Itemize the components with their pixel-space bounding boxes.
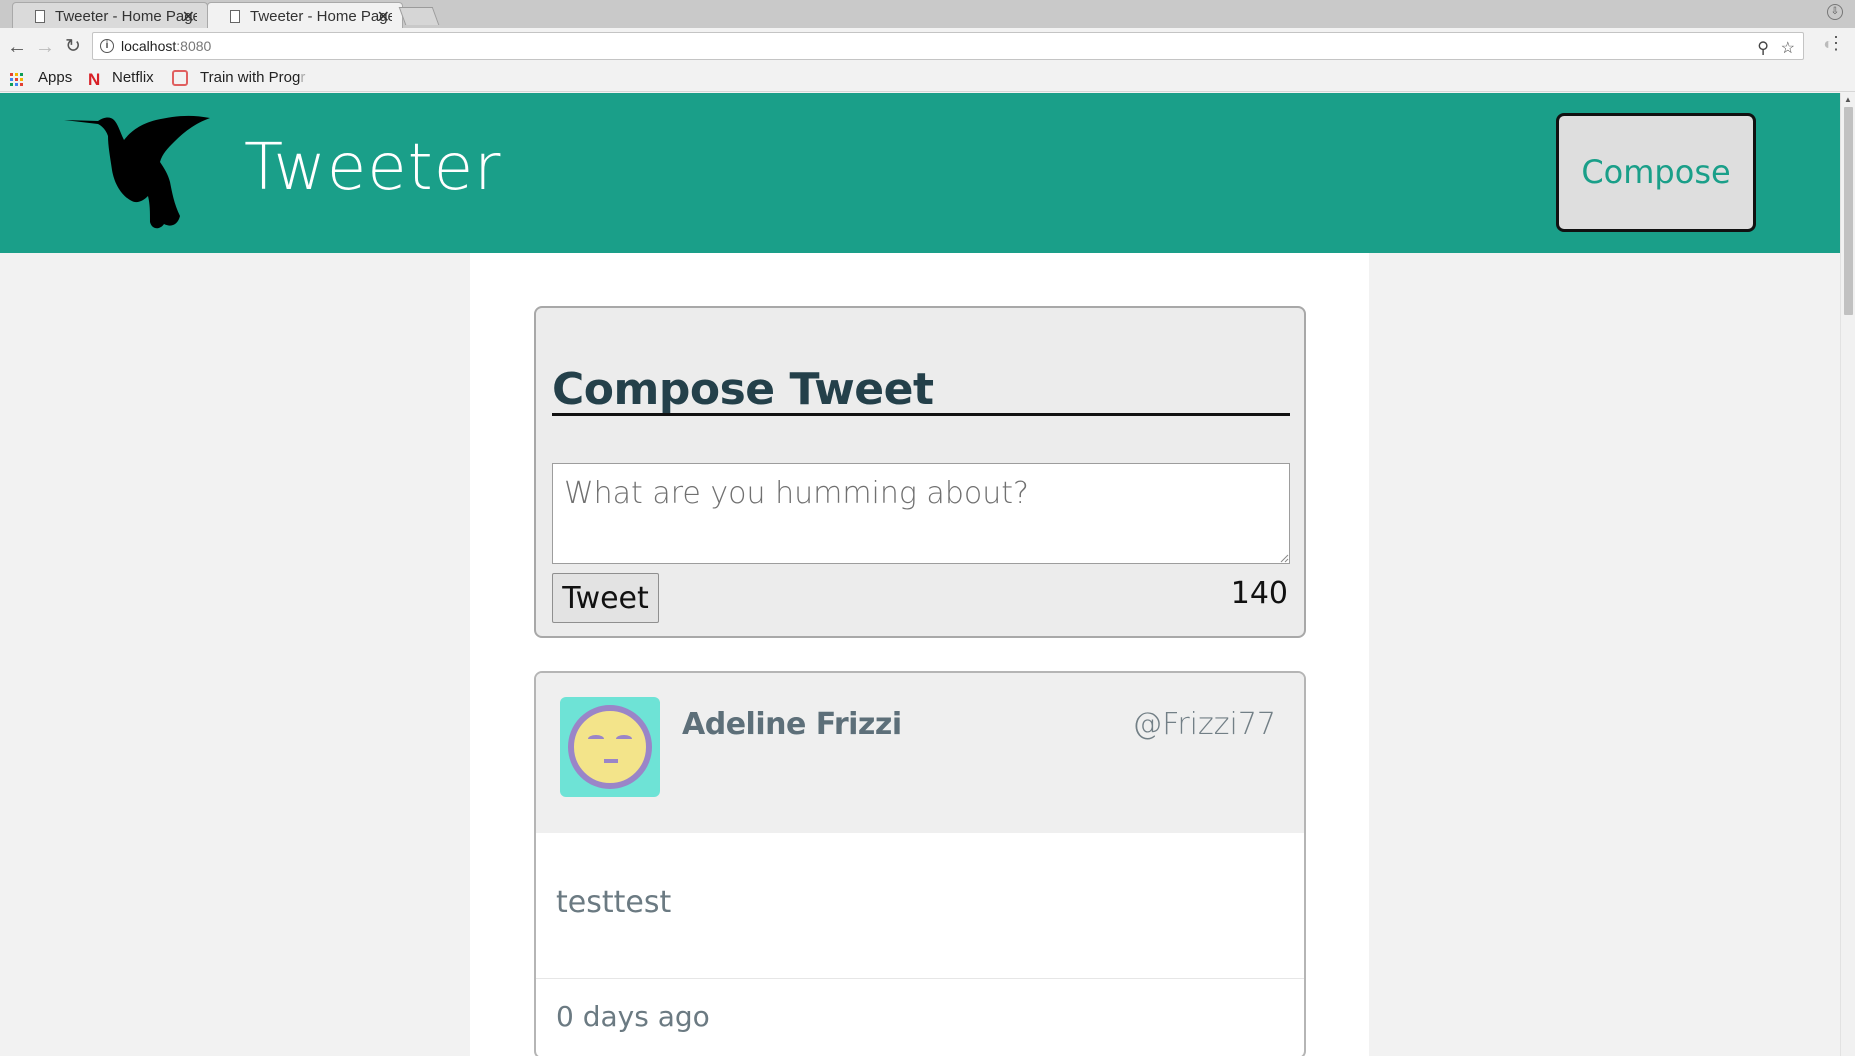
bookmark-train-label-faded: r — [300, 69, 306, 86]
browser-tab[interactable]: Tweeter - Home Page ✕ — [12, 2, 208, 28]
url-port: :8080 — [176, 38, 212, 54]
avatar-eye — [588, 735, 604, 743]
back-icon[interactable]: ← — [4, 34, 30, 60]
zoom-icon[interactable]: ⚲ — [1757, 38, 1769, 58]
url-text[interactable]: localhost:8080 — [121, 38, 211, 54]
apps-icon[interactable] — [10, 73, 23, 86]
new-tweet-form: Compose Tweet Tweet 140 — [534, 306, 1306, 638]
tweet-timestamp: 0 days ago — [556, 1000, 710, 1033]
train-icon — [172, 70, 188, 86]
forward-icon[interactable]: → — [32, 34, 58, 60]
tweet-card: Adeline Frizzi @Frizzi77 testtest 0 days… — [534, 671, 1306, 1056]
resize-grip-icon[interactable] — [1280, 554, 1289, 563]
tab-title: Tweeter - Home Page — [55, 8, 197, 25]
scroll-up-arrow-icon[interactable]: ▲ — [1844, 95, 1852, 104]
avatar — [560, 697, 660, 797]
tweet-author-handle: @Frizzi77 — [1132, 707, 1276, 742]
avatar-eye — [616, 735, 632, 743]
new-tab-button[interactable] — [398, 7, 440, 25]
scrollbar-thumb[interactable] — [1844, 107, 1853, 315]
address-bar[interactable]: i localhost:8080 ⚲ ☆ — [92, 32, 1804, 60]
tweet-header: Adeline Frizzi @Frizzi77 — [536, 673, 1304, 833]
avatar-mouth — [604, 759, 618, 763]
page-icon — [230, 10, 240, 23]
tab-strip: Tweeter - Home Page ✕ Tweeter - Home Pag… — [0, 0, 1855, 28]
browser-tab-active[interactable]: Tweeter - Home Page ✕ — [207, 2, 403, 28]
compose-toggle-button[interactable]: Compose — [1556, 113, 1756, 232]
avatar-face-icon — [568, 705, 652, 789]
tweet-submit-button[interactable]: Tweet — [552, 573, 659, 623]
url-host: localhost — [121, 38, 177, 54]
info-icon[interactable]: i — [100, 39, 114, 53]
close-tab-icon[interactable]: ✕ — [182, 7, 195, 27]
bookmarks-bar: Apps N Netflix Train with Progr — [0, 66, 1855, 92]
compose-heading: Compose Tweet — [552, 364, 1290, 416]
site-title: Tweeter — [244, 131, 502, 205]
tweet-text: testtest — [556, 885, 672, 920]
bookmark-apps[interactable]: Apps — [38, 69, 72, 86]
netflix-icon: N — [88, 70, 101, 89]
hummingbird-icon — [64, 115, 210, 229]
page-viewport: Tweeter Compose Compose Tweet Tweet 140 — [0, 93, 1855, 1056]
character-counter: 140 — [1230, 576, 1288, 611]
star-icon[interactable]: ☆ — [1781, 38, 1795, 58]
page-scrollbar[interactable]: ▲ — [1840, 93, 1855, 1056]
reload-icon[interactable]: ↻ — [60, 34, 86, 60]
tweet-author-name: Adeline Frizzi — [682, 707, 902, 742]
bookmark-netflix[interactable]: Netflix — [112, 69, 154, 86]
main-container: Compose Tweet Tweet 140 Adeline Frizzi — [470, 253, 1369, 1056]
close-tab-icon[interactable]: ✕ — [377, 7, 390, 27]
tab-title: Tweeter - Home Page — [250, 8, 392, 25]
tweet-textarea[interactable] — [552, 463, 1290, 564]
page-icon — [35, 10, 45, 23]
bookmark-train-label: Train with Prog — [200, 69, 301, 86]
browser-toolbar: ← → ↻ i localhost:8080 ⚲ ☆ ◐ ⋮ — [0, 28, 1855, 66]
site-header: Tweeter Compose — [0, 93, 1840, 253]
bookmark-train[interactable]: Train with Progr — [200, 69, 305, 86]
tweet-divider — [536, 978, 1304, 979]
profile-icon[interactable]: ⇩ — [1827, 4, 1843, 20]
menu-icon[interactable]: ⋮ — [1827, 33, 1845, 54]
